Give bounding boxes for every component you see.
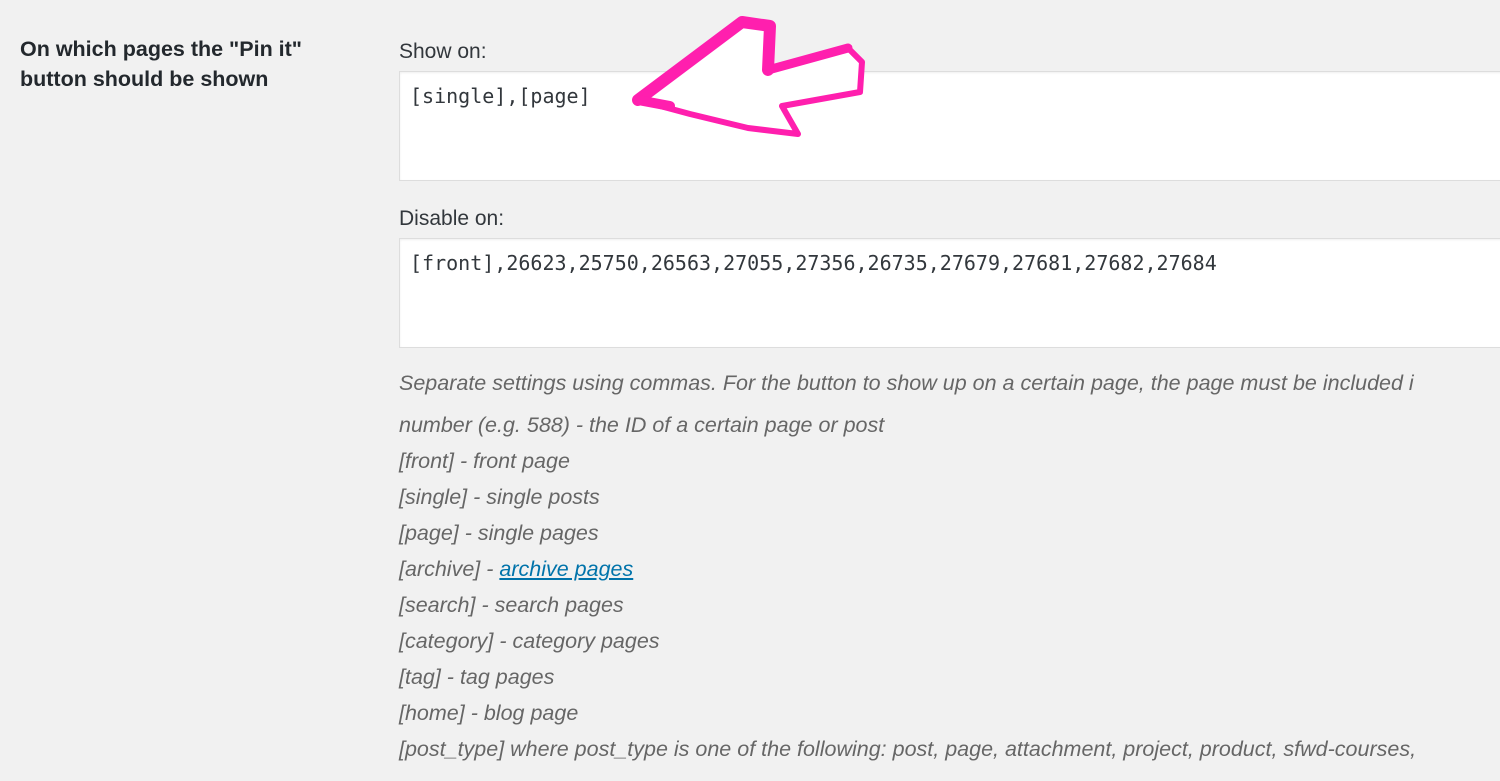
disable-on-label: Disable on: (399, 207, 505, 230)
description-item-tag: [tag] - tag pages (399, 665, 555, 689)
show-on-label: Show on: (399, 40, 487, 63)
description-item-archive: [archive] - archive pages (399, 557, 633, 582)
description-item-number: number (e.g. 588) - the ID of a certain … (399, 413, 885, 437)
description-item-front: [front] - front page (399, 449, 570, 473)
description-item-page: [page] - single pages (399, 521, 599, 545)
description-item-single: [single] - single posts (399, 485, 600, 509)
description-intro: Separate settings using commas. For the … (399, 371, 1414, 395)
description-item-category: [category] - category pages (399, 629, 660, 653)
disable-on-textarea[interactable]: [front],26623,25750,26563,27055,27356,26… (399, 238, 1500, 348)
hand-drawn-arrow-icon (632, 16, 865, 137)
archive-prefix: [archive] - (399, 557, 500, 581)
setting-row-label: On which pages the "Pin it" button shoul… (20, 37, 302, 91)
description-item-post-type: [post_type] where post_type is one of th… (399, 737, 1417, 761)
settings-page: On which pages the "Pin it" button shoul… (0, 0, 1500, 781)
show-on-textarea[interactable]: [single],[page] (399, 71, 1500, 181)
description-item-search: [search] - search pages (399, 593, 624, 617)
description-item-home: [home] - blog page (399, 701, 579, 725)
archive-pages-link[interactable]: archive pages (499, 557, 633, 581)
